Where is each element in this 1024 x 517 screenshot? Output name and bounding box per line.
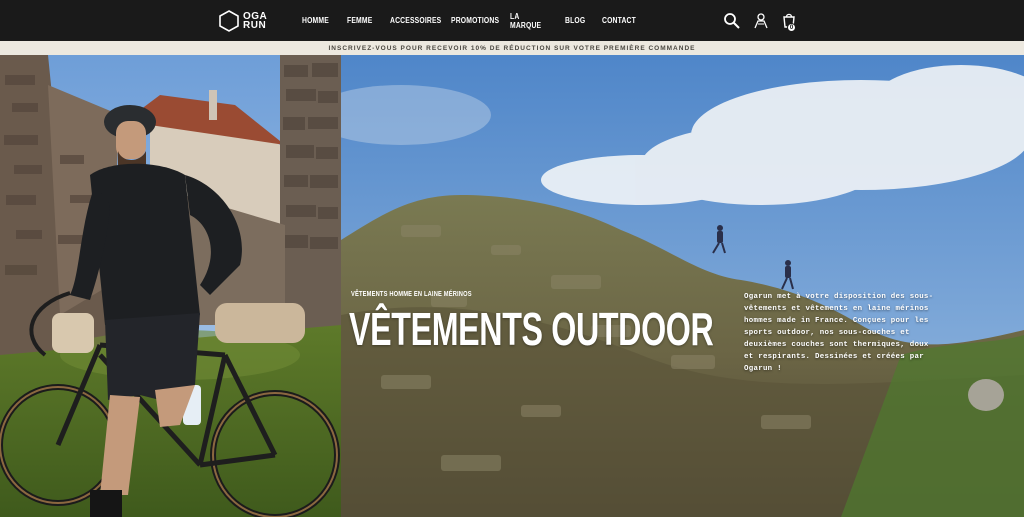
cart-count-badge: 0 <box>787 23 796 32</box>
hero-description: Ogarun met à votre disposition des sous-… <box>744 293 934 373</box>
cyclist-photo <box>0 55 341 517</box>
hero-title: VÊTEMENTS OUTDOOR <box>349 303 714 355</box>
hero-banner: VÊTEMENTS HOMME EN LAINE MÉRINOS VÊTEMEN… <box>0 55 1024 517</box>
brand-logo[interactable]: OGA RUN <box>219 9 271 33</box>
nav-item-femme[interactable]: FEMME <box>347 16 372 25</box>
nav-item-promotions[interactable]: PROMOTIONS <box>451 16 499 25</box>
search-icon[interactable] <box>723 12 741 30</box>
promo-bar[interactable]: INSCRIVEZ-VOUS POUR RECEVOIR 10% DE RÉDU… <box>0 41 1024 55</box>
hero-caption: VÊTEMENTS HOMME EN LAINE MÉRINOS <box>351 291 472 298</box>
promo-text: INSCRIVEZ-VOUS POUR RECEVOIR 10% DE RÉDU… <box>328 44 696 52</box>
nav-item-la-marque[interactable]: LA MARQUE <box>510 12 541 30</box>
nav-item-accessoires[interactable]: ACCESSOIRES <box>390 16 441 25</box>
site-header: OGA RUN HOMME FEMME ACCESSOIRES PROMOTIO… <box>0 0 1024 41</box>
hexagon-logo-icon <box>219 10 239 32</box>
nav-item-contact[interactable]: CONTACT <box>602 16 636 25</box>
logo-wordmark: OGA RUN <box>243 11 268 31</box>
nav-item-homme[interactable]: HOMME <box>302 16 329 25</box>
trail-runners-photo <box>341 55 1024 517</box>
nav-item-blog[interactable]: BLOG <box>565 16 585 25</box>
account-icon[interactable] <box>752 12 770 30</box>
